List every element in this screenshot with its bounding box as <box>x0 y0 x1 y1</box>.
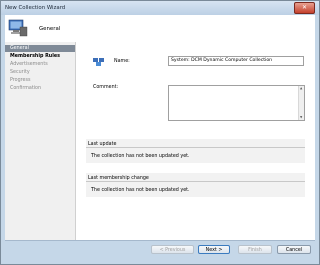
collection-icon <box>93 58 104 66</box>
previous-button[interactable]: < Previous <box>151 245 194 254</box>
wizard-window: New Collection Wizard ✕ General General … <box>0 0 320 265</box>
scroll-up-icon[interactable]: ▲ <box>300 87 303 90</box>
nav-item-confirmation[interactable]: Confirmation <box>5 85 75 92</box>
close-button[interactable]: ✕ <box>294 2 315 14</box>
nav-item-membership-rules[interactable]: Membership Rules <box>5 53 75 60</box>
nav-item-progress[interactable]: Progress <box>5 77 75 84</box>
comment-scrollbar[interactable]: ▲ ▼ <box>298 86 304 120</box>
wizard-nav: General Membership Rules Advertisements … <box>5 42 76 240</box>
general-page: Name: System: DCM Dynamic Computer Colle… <box>76 42 315 240</box>
last-update-text: The collection has not been updated yet. <box>91 154 190 159</box>
last-update-group: Last update The collection has not been … <box>86 139 305 163</box>
comment-label: Comment: <box>93 85 119 90</box>
wizard-body: General Membership Rules Advertisements … <box>5 42 315 240</box>
divider <box>86 147 305 148</box>
next-button[interactable]: Next > <box>198 245 230 254</box>
nav-item-general[interactable]: General <box>5 45 75 52</box>
name-input[interactable]: System: DCM Dynamic Computer Collection <box>168 56 304 66</box>
nav-item-advertisements[interactable]: Advertisements <box>5 61 75 68</box>
comment-textarea[interactable]: ▲ ▼ <box>168 85 305 121</box>
finish-button[interactable]: Finish <box>238 245 272 254</box>
last-membership-change-group: Last membership change The collection ha… <box>86 173 305 197</box>
scroll-down-icon[interactable]: ▼ <box>300 116 303 119</box>
divider <box>86 181 305 182</box>
window-title: New Collection Wizard <box>5 5 66 11</box>
title-bar: New Collection Wizard ✕ <box>1 1 319 15</box>
cancel-button[interactable]: Cancel <box>277 245 311 254</box>
name-label: Name: <box>114 59 130 64</box>
computer-icon <box>8 19 28 37</box>
last-membership-change-text: The collection has not been updated yet. <box>91 188 190 193</box>
page-title: General <box>39 26 61 32</box>
wizard-header: General <box>5 15 315 43</box>
close-icon: ✕ <box>301 4 308 11</box>
nav-item-security[interactable]: Security <box>5 69 75 76</box>
wizard-footer: < Previous Next > Finish Cancel <box>5 240 315 263</box>
